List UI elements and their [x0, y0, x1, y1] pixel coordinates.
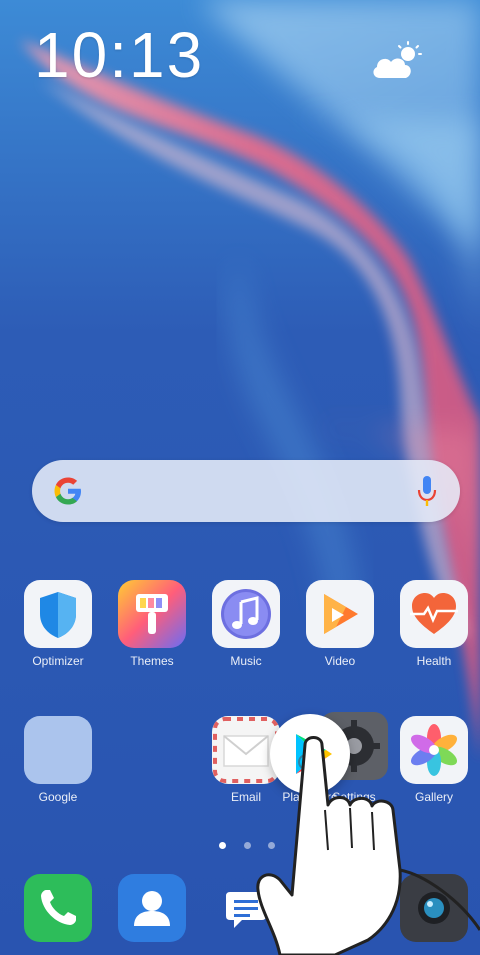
- folder-icon: [24, 716, 92, 784]
- app-label-health: Health: [416, 654, 452, 668]
- app-label-google: Google: [38, 790, 78, 804]
- page-dot-active: [219, 842, 226, 849]
- app-video[interactable]: [306, 580, 374, 648]
- app-label-video: Video: [324, 654, 356, 668]
- heart-pulse-icon: [400, 580, 468, 648]
- hand-tap-icon: [256, 736, 480, 955]
- dock-contacts[interactable]: [118, 874, 186, 942]
- search-input[interactable]: [96, 474, 400, 510]
- shield-icon: [24, 580, 92, 648]
- clock-time[interactable]: 10:13: [34, 18, 204, 92]
- microphone-icon[interactable]: [416, 473, 438, 509]
- play-icon: [306, 580, 374, 648]
- app-label-themes: Themes: [130, 654, 174, 668]
- app-label-optimizer: Optimizer: [32, 654, 84, 668]
- app-themes[interactable]: [118, 580, 186, 648]
- paint-brush-icon: [118, 580, 186, 648]
- app-health[interactable]: [400, 580, 468, 648]
- google-search-bar[interactable]: [32, 460, 460, 522]
- app-label-music: Music: [230, 654, 262, 668]
- folder-google[interactable]: [24, 716, 92, 784]
- music-note-icon: [212, 580, 280, 648]
- app-music[interactable]: [212, 580, 280, 648]
- dock-phone[interactable]: [24, 874, 92, 942]
- app-optimizer[interactable]: [24, 580, 92, 648]
- phone-icon: [24, 874, 92, 942]
- contact-icon: [118, 874, 186, 942]
- home-screen: 10:13 Optimizer Themes Music Video Healt…: [0, 0, 480, 955]
- partly-cloudy-icon[interactable]: [370, 40, 426, 82]
- google-g-icon: [54, 477, 81, 505]
